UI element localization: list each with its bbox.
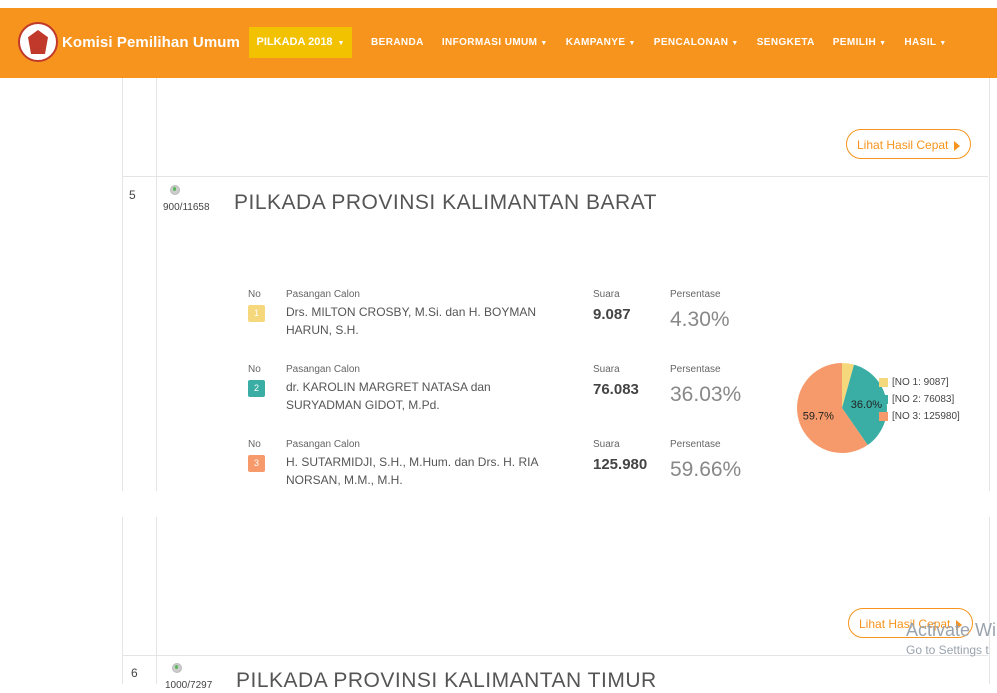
vote-pie-chart: 36.0% 59.7% bbox=[796, 362, 888, 454]
chevron-down-icon: ▼ bbox=[939, 40, 947, 47]
percent-label: Persentase bbox=[670, 364, 721, 375]
no-label: No bbox=[248, 289, 261, 300]
candidate-votes: 125.980 bbox=[593, 456, 648, 473]
nav-item-pemilih[interactable]: PEMILIH ▼ bbox=[824, 37, 896, 48]
nav-item-label: PENCALONAN bbox=[653, 37, 729, 48]
candidate-percent: 4.30% bbox=[670, 308, 730, 331]
legend-swatch bbox=[879, 395, 888, 404]
votes-label: Suara bbox=[593, 364, 620, 375]
votes-label: Suara bbox=[593, 289, 620, 300]
brand-title[interactable]: Komisi Pemilihan Umum bbox=[62, 34, 240, 51]
votes-label: Suara bbox=[593, 439, 620, 450]
nav-item-informasi-umum[interactable]: INFORMASI UMUM ▼ bbox=[433, 37, 557, 48]
legend-swatch bbox=[879, 412, 888, 421]
pilkada-dropdown-button[interactable]: PILKADA 2018 ▼ bbox=[249, 27, 352, 58]
chevron-down-icon: ▼ bbox=[731, 40, 739, 47]
legend-item-3[interactable]: [NO 3: 125980] bbox=[879, 408, 960, 425]
results-panel-bottom bbox=[122, 517, 990, 684]
percent-label: Persentase bbox=[670, 289, 721, 300]
region-title[interactable]: PILKADA PROVINSI KALIMANTAN BARAT bbox=[234, 191, 657, 215]
pie-svg: 36.0% 59.7% bbox=[797, 363, 887, 453]
nav-item-kampanye[interactable]: KAMPANYE ▼ bbox=[557, 37, 645, 48]
progress-icon bbox=[170, 185, 180, 195]
no-label: No bbox=[248, 364, 261, 375]
top-navbar: Komisi Pemilihan Umum PILKADA 2018 ▼ BER… bbox=[0, 8, 997, 78]
play-arrow-icon bbox=[954, 140, 961, 151]
kpu-logo[interactable] bbox=[18, 22, 58, 62]
chevron-down-icon: ▼ bbox=[628, 40, 636, 47]
nav-item-label: HASIL bbox=[904, 37, 937, 48]
candidate-number-badge: 3 bbox=[248, 455, 265, 472]
row-divider bbox=[122, 176, 988, 177]
candidate-number-badge: 2 bbox=[248, 380, 265, 397]
pair-label: Pasangan Calon bbox=[286, 289, 360, 300]
pair-label: Pasangan Calon bbox=[286, 439, 360, 450]
quick-result-button[interactable]: Lihat Hasil Cepat bbox=[846, 129, 972, 159]
pilkada-label: PILKADA 2018 bbox=[256, 36, 333, 48]
candidate-votes: 76.083 bbox=[593, 381, 639, 398]
pair-label: Pasangan Calon bbox=[286, 364, 360, 375]
candidate-pair-name: Drs. MILTON CROSBY, M.Si. dan H. BOYMAN … bbox=[286, 305, 537, 337]
region-title[interactable]: PILKADA PROVINSI KALIMANTAN TIMUR bbox=[236, 669, 657, 693]
candidate-number-badge: 1 bbox=[248, 305, 265, 322]
quick-result-label: Lihat Hasil Cepat bbox=[857, 138, 949, 152]
column-divider bbox=[156, 78, 157, 491]
nav-item-pencalonan[interactable]: PENCALONAN ▼ bbox=[645, 37, 748, 48]
nav-item-label: KAMPANYE bbox=[565, 37, 626, 48]
row-number: 5 bbox=[129, 188, 136, 202]
percent-label: Persentase bbox=[670, 439, 721, 450]
nav-item-label: BERANDA bbox=[371, 37, 424, 48]
chevron-down-icon: ▼ bbox=[879, 40, 887, 47]
nav-item-label: SENGKETA bbox=[756, 37, 815, 48]
nav-item-sengketa[interactable]: SENGKETA bbox=[748, 37, 824, 48]
main-menu: BERANDA INFORMASI UMUM ▼ KAMPANYE ▼ PENCALONA… bbox=[362, 27, 956, 58]
candidate-votes: 9.087 bbox=[593, 306, 631, 323]
legend-label: [NO 2: 76083] bbox=[892, 394, 955, 405]
candidate-percent: 36.03% bbox=[670, 383, 742, 406]
nav-item-label: INFORMASI UMUM bbox=[441, 37, 538, 48]
row-number: 6 bbox=[131, 666, 138, 680]
windows-activation-watermark: Activate Wi bbox=[906, 620, 997, 640]
pie-slice-label-3: 59.7% bbox=[803, 410, 834, 422]
pie-slice-label-2: 36.0% bbox=[851, 399, 882, 411]
column-divider bbox=[156, 517, 157, 684]
candidate-percent: 59.66% bbox=[670, 458, 742, 481]
progress-count: 1000/7297 bbox=[165, 680, 213, 691]
windows-activation-hint: Go to Settings t bbox=[906, 643, 989, 657]
legend-label: [NO 1: 9087] bbox=[892, 377, 949, 388]
no-label: No bbox=[248, 439, 261, 450]
progress-icon bbox=[172, 663, 182, 673]
nav-item-hasil[interactable]: HASIL ▼ bbox=[895, 37, 955, 48]
legend-swatch bbox=[879, 378, 888, 387]
row-divider bbox=[122, 655, 988, 656]
legend-label: [NO 3: 125980] bbox=[892, 411, 960, 422]
nav-item-beranda[interactable]: BERANDA bbox=[362, 37, 433, 48]
nav-item-label: PEMILIH bbox=[832, 37, 877, 48]
candidate-pair-name: dr. KAROLIN MARGRET NATASA dan SURYADMAN… bbox=[286, 380, 491, 412]
chart-legend: [NO 1: 9087] [NO 2: 76083] [NO 3: 125980] bbox=[879, 374, 960, 425]
progress-count: 900/11658 bbox=[163, 202, 210, 213]
candidate-pair-name: H. SUTARMIDJI, S.H., M.Hum. dan Drs. H. … bbox=[286, 455, 538, 487]
legend-item-1[interactable]: [NO 1: 9087] bbox=[879, 374, 960, 391]
chevron-down-icon: ▼ bbox=[540, 40, 548, 47]
legend-item-2[interactable]: [NO 2: 76083] bbox=[879, 391, 960, 408]
chevron-down-icon: ▼ bbox=[335, 40, 345, 47]
